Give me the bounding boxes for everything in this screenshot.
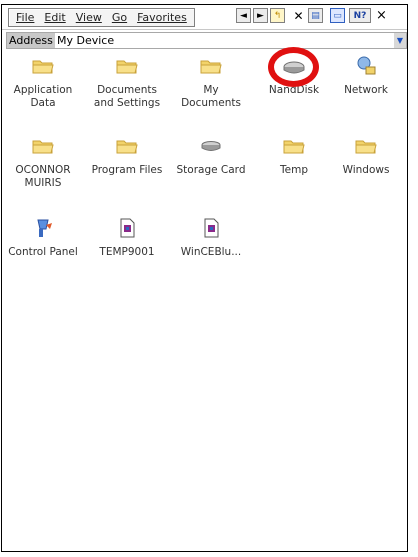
item-network[interactable]: Network: [327, 55, 405, 97]
item-label: Documents and Settings: [93, 84, 161, 109]
explorer-window: File Edit View Go Favorites ◄ ► ↰ ✕ ▤ ▭ …: [1, 4, 408, 552]
network-icon: [357, 56, 376, 75]
item-temp[interactable]: Temp: [255, 135, 333, 177]
up-folder-button[interactable]: ↰: [270, 8, 285, 23]
folder-icon: [283, 140, 305, 154]
delete-icon: ✕: [293, 8, 304, 23]
item-label: TEMP9001: [99, 246, 155, 258]
folder-icon: [32, 140, 54, 154]
item-storage-card[interactable]: Storage Card: [172, 135, 250, 177]
folder-icon: [355, 140, 377, 154]
highlight-circle: [268, 47, 319, 87]
view-mode-button[interactable]: ▭: [330, 8, 345, 23]
item-my-documents[interactable]: My Documents: [172, 55, 250, 110]
item-label: OCONNOR MUIRIS: [15, 164, 71, 189]
close-icon: ×: [376, 8, 387, 23]
folder-icon: [116, 140, 138, 154]
file-icon: [204, 218, 219, 238]
help-button[interactable]: N?: [349, 8, 371, 23]
item-label: Storage Card: [176, 164, 246, 176]
folder-icon: [200, 60, 222, 74]
toolbar: File Edit View Go Favorites ◄ ► ↰ ✕ ▤ ▭ …: [2, 5, 407, 30]
forward-icon: ►: [257, 10, 264, 21]
menu-file[interactable]: File: [11, 11, 39, 24]
item-label: Program Files: [91, 164, 163, 176]
item-control-panel[interactable]: Control Panel: [4, 217, 82, 259]
item-documents-and-settings[interactable]: Documents and Settings: [88, 55, 166, 110]
close-button[interactable]: ×: [374, 8, 389, 23]
item-label: Application Data: [13, 84, 73, 109]
back-icon: ◄: [240, 10, 247, 21]
menu-favorites[interactable]: Favorites: [132, 11, 192, 24]
forward-button[interactable]: ►: [253, 8, 268, 23]
address-bar: Address My Device ▼: [6, 32, 407, 49]
view-mode-icon: ▭: [333, 10, 342, 21]
item-label: My Documents: [181, 84, 241, 109]
menu-bar: File Edit View Go Favorites: [8, 8, 195, 27]
help-icon: N?: [353, 10, 367, 21]
folder-icon: [116, 60, 138, 74]
up-folder-icon: ↰: [273, 10, 282, 21]
item-label: Control Panel: [8, 246, 78, 258]
item-oconnor-muiris[interactable]: OCONNOR MUIRIS: [4, 135, 82, 190]
address-dropdown-icon[interactable]: ▼: [394, 33, 406, 48]
item-label: Temp: [280, 164, 308, 176]
folder-icon: [32, 60, 54, 74]
control-panel-icon: [37, 219, 52, 237]
item-wincebluetooth[interactable]: WinCEBlu...: [172, 217, 250, 259]
item-windows[interactable]: Windows: [327, 135, 405, 177]
menu-view[interactable]: View: [71, 11, 107, 24]
address-label: Address: [7, 33, 56, 48]
item-label: WinCEBlu...: [180, 246, 242, 258]
menu-go[interactable]: Go: [107, 11, 132, 24]
menu-edit[interactable]: Edit: [39, 11, 70, 24]
item-temp9001[interactable]: TEMP9001: [88, 217, 166, 259]
item-label: Windows: [342, 164, 390, 176]
delete-button[interactable]: ✕: [291, 8, 306, 23]
file-icon: [120, 218, 135, 238]
item-label: Network: [344, 84, 388, 96]
item-program-files[interactable]: Program Files: [88, 135, 166, 177]
item-application-data[interactable]: Application Data: [4, 55, 82, 110]
properties-button[interactable]: ▤: [308, 8, 323, 23]
address-input[interactable]: My Device: [55, 33, 394, 48]
properties-icon: ▤: [311, 10, 320, 21]
disk-icon: [201, 141, 221, 151]
back-button[interactable]: ◄: [236, 8, 251, 23]
